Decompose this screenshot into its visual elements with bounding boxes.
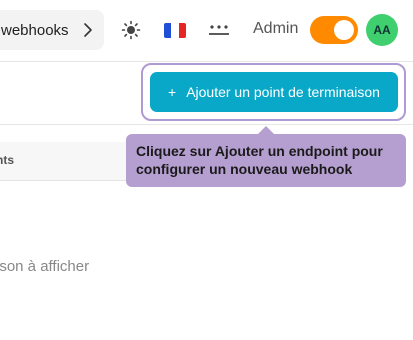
avatar[interactable]: AA [366, 14, 398, 46]
more-icon[interactable] [207, 18, 231, 42]
chevron-right-icon [82, 20, 94, 40]
add-endpoint-button[interactable]: + Ajouter un point de terminaison [150, 72, 398, 112]
top-bar: webhooks Admin AA [0, 0, 413, 62]
toggle-knob [334, 20, 354, 40]
table-column-header: nts [0, 153, 14, 167]
sun-icon[interactable] [119, 18, 143, 42]
plus-icon: + [168, 84, 177, 100]
tooltip-text: Cliquez sur Ajouter un endpoint pour con… [136, 143, 383, 177]
admin-toggle[interactable] [310, 16, 358, 44]
flag-fr-icon[interactable] [163, 18, 187, 42]
add-endpoint-label: Ajouter un point de terminaison [186, 84, 380, 100]
onboarding-tooltip: Cliquez sur Ajouter un endpoint pour con… [126, 126, 406, 187]
breadcrumb-label: webhooks [1, 21, 69, 39]
table-header: nts [0, 142, 126, 181]
breadcrumb[interactable]: webhooks [0, 10, 104, 50]
empty-state-text: ison à afficher [0, 258, 90, 275]
admin-label: Admin [253, 20, 299, 37]
